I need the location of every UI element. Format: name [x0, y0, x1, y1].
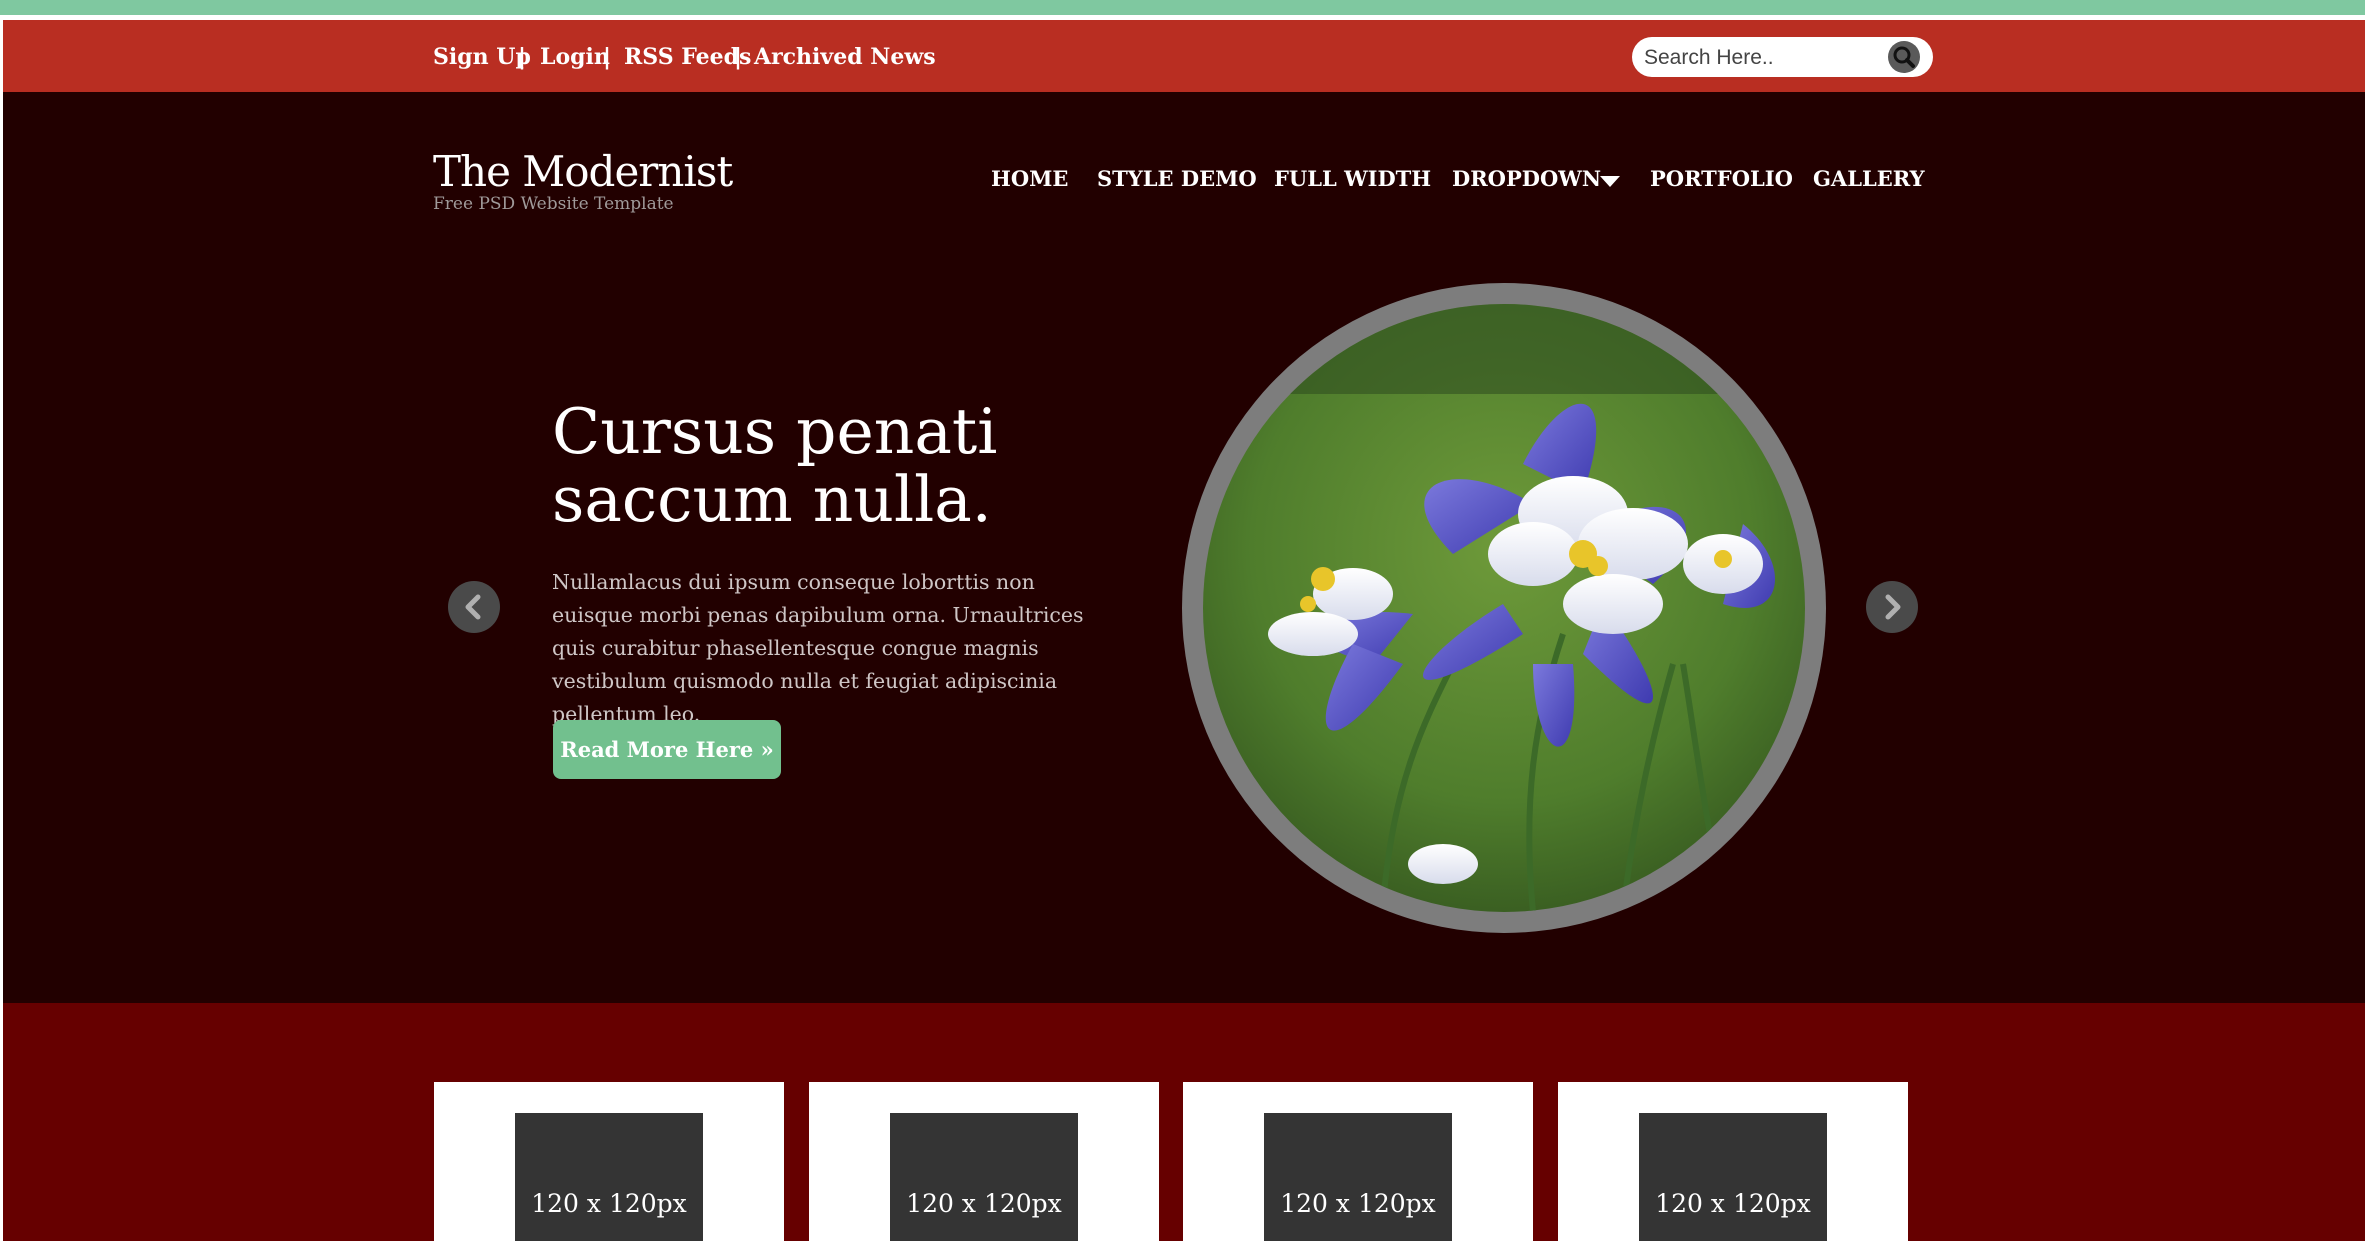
thumbnail-placeholder[interactable]: 120 x 120px: [515, 1113, 703, 1241]
login-link[interactable]: Login: [540, 42, 610, 72]
nav-style-demo[interactable]: STYLE DEMO: [1097, 164, 1257, 194]
thumbnail-placeholder[interactable]: 120 x 120px: [1639, 1113, 1827, 1241]
nav-home[interactable]: HOME: [991, 164, 1068, 194]
read-more-button[interactable]: Read More Here »: [553, 720, 781, 779]
search-input[interactable]: [1642, 41, 1876, 75]
hero-heading-line: Cursus penati: [552, 395, 998, 468]
hero-section: [3, 92, 2365, 1003]
accent-strip: [0, 0, 2365, 15]
chevron-left-icon: [465, 594, 481, 620]
caret-down-icon[interactable]: [1600, 176, 1620, 187]
nav-portfolio[interactable]: PORTFOLIO: [1650, 164, 1793, 194]
columbine-flower-photo: [1203, 304, 1805, 912]
thumbnail-placeholder[interactable]: 120 x 120px: [1264, 1113, 1452, 1241]
nav-full-width[interactable]: FULL WIDTH: [1274, 164, 1431, 194]
site-logo-title[interactable]: The Modernist: [433, 148, 733, 196]
slider-prev-button[interactable]: [448, 581, 500, 633]
archived-news-link[interactable]: Archived News: [754, 42, 936, 72]
link-separator: |: [734, 44, 743, 70]
site-logo-subtitle: Free PSD Website Template: [433, 194, 674, 214]
hero-heading: Cursus penati saccum nulla.: [552, 398, 1152, 534]
magnifier-icon: [1893, 46, 1915, 68]
hero-heading-line: saccum nulla.: [552, 463, 992, 536]
hero-body-text: Nullamlacus dui ipsum conseque loborttis…: [552, 570, 1084, 726]
search-button[interactable]: [1888, 41, 1920, 73]
slider-next-button[interactable]: [1866, 581, 1918, 633]
signup-link[interactable]: Sign Up: [433, 42, 531, 72]
rss-feeds-link[interactable]: RSS Feeds: [624, 42, 751, 72]
top-bar: [3, 20, 2365, 92]
link-separator: |: [603, 44, 612, 70]
thumbnail-placeholder[interactable]: 120 x 120px: [890, 1113, 1078, 1241]
nav-gallery[interactable]: GALLERY: [1813, 164, 1925, 194]
chevron-right-icon: [1885, 594, 1901, 620]
nav-dropdown[interactable]: DROPDOWN: [1452, 164, 1601, 194]
link-separator: |: [518, 44, 527, 70]
